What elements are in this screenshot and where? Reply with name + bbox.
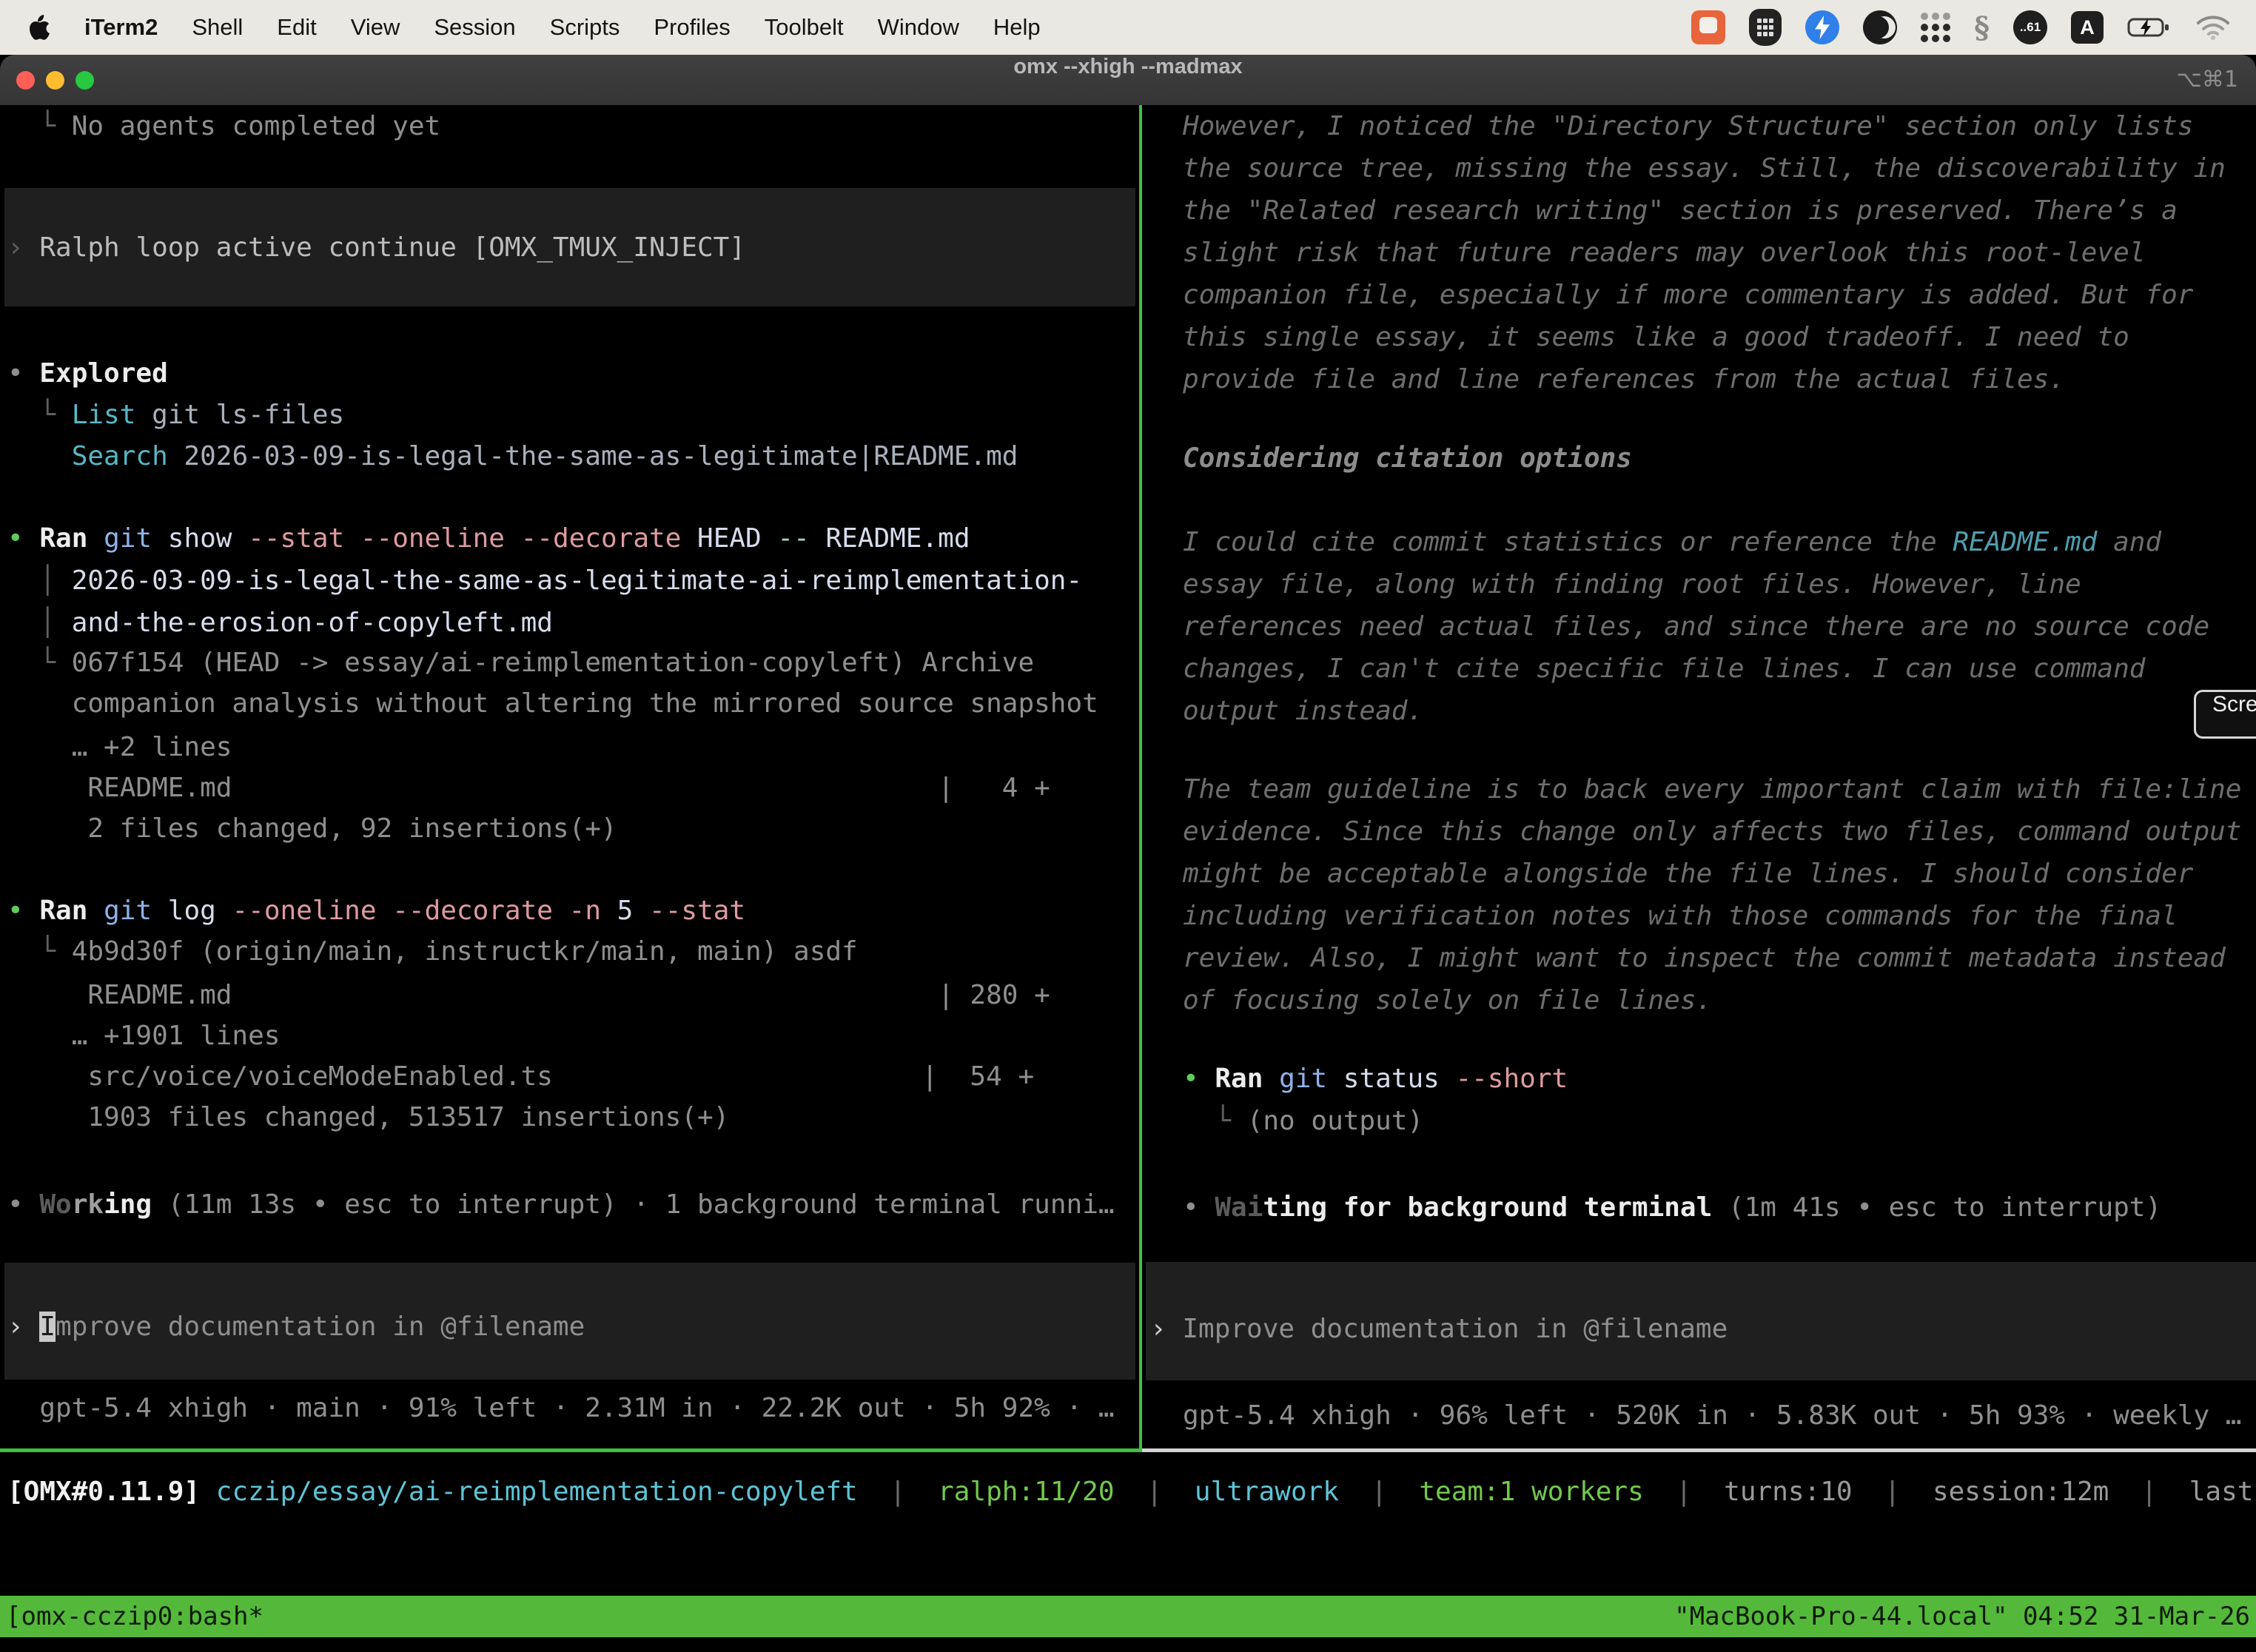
- terminal-line: slight risk that future readers may over…: [1183, 232, 2145, 274]
- chat-bubble-icon[interactable]: [1691, 10, 1725, 44]
- menu-item-window[interactable]: Window: [878, 14, 959, 41]
- terminal-line: • Ran git show --stat --oneline --decora…: [7, 517, 970, 560]
- terminal-line: The team guideline is to back every impo…: [1183, 768, 2241, 810]
- terminal-line: › Improve documentation in @filename: [1150, 1308, 1728, 1350]
- terminal-line: references need actual files, and since …: [1183, 605, 2209, 648]
- apple-logo: [25, 13, 50, 42]
- menu-item-edit[interactable]: Edit: [277, 14, 316, 41]
- terminal-line: the source tree, missing the essay. Stil…: [1183, 147, 2226, 189]
- dots-grid-icon[interactable]: [1921, 13, 1950, 42]
- screen: iTerm2 Shell Edit View Session Scripts P…: [0, 0, 2256, 1652]
- menu-bar: iTerm2 Shell Edit View Session Scripts P…: [0, 0, 2256, 55]
- bolt-badge-icon[interactable]: [1805, 10, 1839, 44]
- crescent-icon[interactable]: [1863, 10, 1897, 44]
- terminal-line: However, I noticed the "Directory Struct…: [1183, 105, 2193, 147]
- terminal-line: • Ran git log --oneline --decorate -n 5 …: [7, 890, 745, 932]
- left-pane: └ No agents completed yet › Ralph loop ac…: [0, 105, 1138, 1448]
- menu-items: iTerm2 Shell Edit View Session Scripts P…: [25, 13, 1041, 42]
- window-bottom-strip: [0, 1637, 2256, 1652]
- menu-item-view[interactable]: View: [351, 14, 400, 41]
- terminal-line: of focusing solely on file lines.: [1183, 979, 1712, 1021]
- terminal-line: gpt-5.4 xhigh · 96% left · 520K in · 5.8…: [1183, 1394, 2241, 1437]
- terminal-line: the "Related research writing" section i…: [1183, 189, 2178, 232]
- terminal-line: README.md | 4 +: [7, 767, 1050, 809]
- terminal-line: 1903 files changed, 513517 insertions(+): [7, 1096, 729, 1138]
- terminal-line: might be acceptable alongside the file l…: [1183, 853, 2193, 895]
- window-title: omx --xhigh --madmax: [0, 55, 2256, 79]
- terminal-line: Considering citation options: [1183, 437, 1632, 480]
- terminal-line: review. Also, I might want to inspect th…: [1183, 937, 2226, 979]
- tmux-session-label[interactable]: [omx-cczip0:bash*: [6, 1602, 263, 1631]
- apple-menu-icon[interactable]: [25, 13, 50, 42]
- terminal-line: gpt-5.4 xhigh · main · 91% left · 2.31M …: [7, 1387, 1115, 1429]
- terminal-line: changes, I can't cite specific file line…: [1183, 648, 2145, 690]
- terminal-line: └ No agents completed yet: [7, 105, 440, 147]
- terminal-line: Search 2026-03-09-is-legal-the-same-as-l…: [7, 435, 1018, 477]
- terminal-line: including verification notes with those …: [1183, 895, 2178, 937]
- terminal-line: [OMX#0.11.9] cczip/essay/ai-reimplementa…: [7, 1471, 2256, 1513]
- title-bar[interactable]: omx --xhigh --madmax ⌥⌘1: [0, 55, 2256, 106]
- terminal-line: └ (no output): [1183, 1100, 1423, 1142]
- menu-item-toolbelt[interactable]: Toolbelt: [765, 14, 844, 41]
- screen-tooltip[interactable]: Scre: [2194, 690, 2256, 739]
- menu-item-session[interactable]: Session: [434, 14, 515, 41]
- battery-icon[interactable]: [2127, 16, 2172, 38]
- terminal-line: 2 files changed, 92 insertions(+): [7, 807, 617, 850]
- squiggle-icon[interactable]: §: [1974, 10, 1990, 45]
- menu-item-shell[interactable]: Shell: [192, 14, 243, 41]
- pane-divider[interactable]: [1139, 105, 1142, 1452]
- menu-item-scripts[interactable]: Scripts: [550, 14, 620, 41]
- terminal-line: I could cite commit statistics or refere…: [1183, 521, 2161, 563]
- count-badge-icon[interactable]: ..61: [2013, 10, 2047, 44]
- right-pane: However, I noticed the "Directory Struct…: [1144, 105, 2256, 1448]
- terminal-line: companion analysis without altering the …: [7, 682, 1098, 725]
- terminal-line: │ 2026-03-09-is-legal-the-same-as-legiti…: [7, 560, 1082, 602]
- terminal-line: • Explored: [7, 352, 168, 394]
- tmux-status-bar: [omx-cczip0:bash* "MacBook-Pro-44.local"…: [0, 1596, 2256, 1637]
- terminal-line: essay file, along with finding root file…: [1183, 563, 2081, 605]
- menu-item-iterm2[interactable]: iTerm2: [84, 14, 158, 41]
- iterm2-window: omx --xhigh --madmax ⌥⌘1 └ No agents com…: [0, 55, 2256, 1652]
- terminal-line: README.md | 280 +: [7, 974, 1050, 1016]
- tmux-host-clock: "MacBook-Pro-44.local" 04:52 31-Mar-26: [1674, 1602, 2250, 1631]
- terminal-line: evidence. Since this change only affects…: [1183, 810, 2241, 853]
- menu-item-help[interactable]: Help: [993, 14, 1041, 41]
- terminal-line: … +2 lines: [7, 726, 232, 768]
- terminal-line: provide file and line references from th…: [1183, 358, 2065, 400]
- window-shortcut: ⌥⌘1: [2176, 55, 2238, 105]
- menu-item-profiles[interactable]: Profiles: [654, 14, 730, 41]
- terminal-line: • Waiting for background terminal (1m 41…: [1183, 1186, 2161, 1229]
- wifi-icon[interactable]: [2195, 14, 2231, 41]
- terminal-line: │ and-the-erosion-of-copyleft.md: [7, 602, 553, 644]
- terminal-line: src/voice/voiceModeEnabled.ts | 54 +: [7, 1055, 1034, 1098]
- terminal-line: … +1901 lines: [7, 1015, 280, 1057]
- terminal-line: └ List git ls-files: [7, 394, 344, 436]
- terminal-line: • Ran git status --short: [1183, 1058, 1568, 1100]
- terminal-line: companion file, especially if more comme…: [1183, 274, 2193, 316]
- terminal-line: └ 067f154 (HEAD -> essay/ai-reimplementa…: [7, 642, 1034, 684]
- input-source-icon[interactable]: A: [2071, 11, 2104, 44]
- terminal-line: output instead.: [1183, 690, 1423, 732]
- terminal-line: › Improve documentation in @filename: [7, 1306, 585, 1348]
- terminal-content: └ No agents completed yet › Ralph loop ac…: [0, 105, 2256, 1596]
- terminal-line: └ 4b9d30f (origin/main, instructkr/main,…: [7, 930, 858, 973]
- left-pane-bottom-border: [0, 1448, 1142, 1452]
- terminal-line: • Working (11m 13s • esc to interrupt) ·…: [7, 1183, 1115, 1226]
- terminal-line: › Ralph loop active continue [OMX_TMUX_I…: [7, 226, 745, 269]
- terminal-line: this single essay, it seems like a good …: [1183, 316, 2129, 358]
- right-pane-bottom-border: [1142, 1448, 2256, 1452]
- shield-grid-icon[interactable]: [1749, 9, 1782, 46]
- menu-status-icons: § ..61 A: [1691, 9, 2231, 46]
